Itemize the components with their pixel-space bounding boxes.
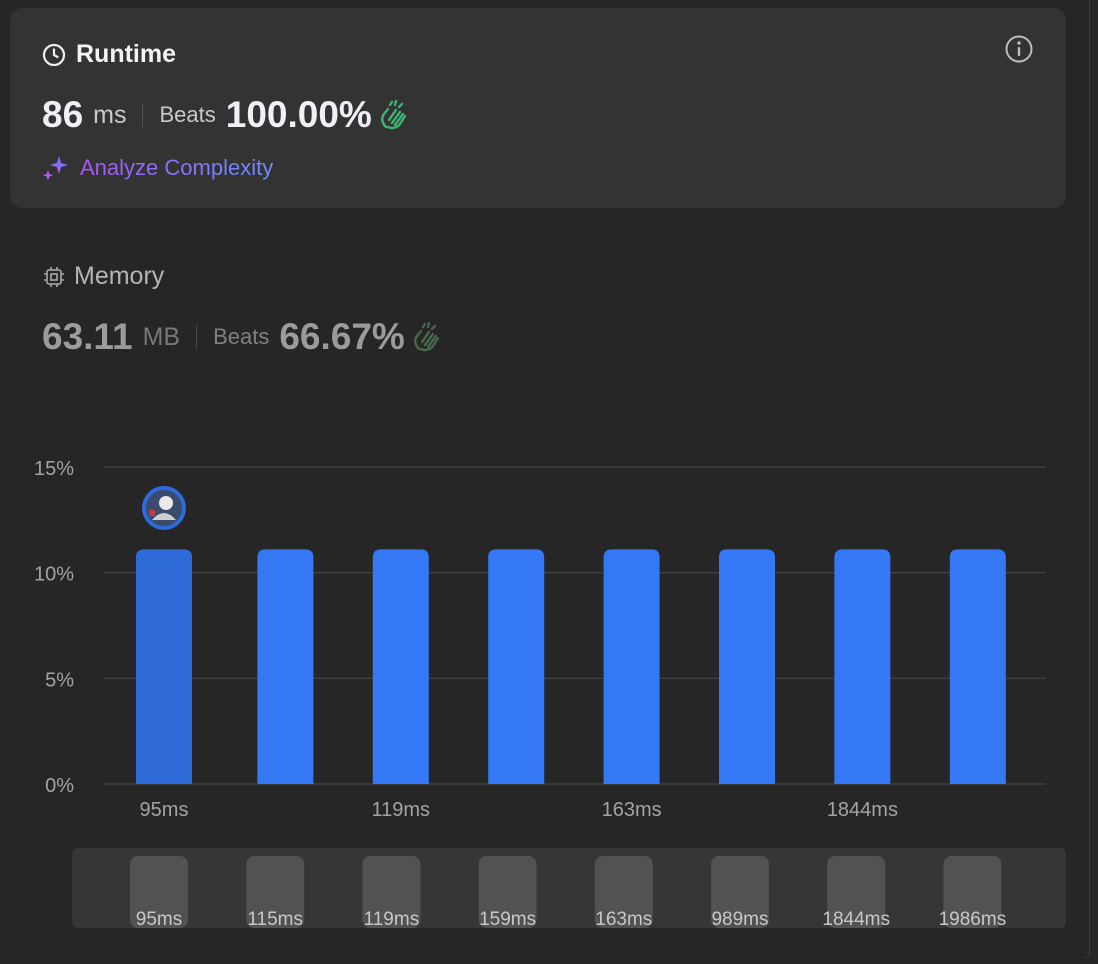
info-icon[interactable] <box>1004 34 1034 64</box>
analyze-complexity-label: Analyze Complexity <box>80 155 274 180</box>
chart-bar[interactable] <box>372 549 429 784</box>
runtime-distribution-chart[interactable]: 0% 5% 10% 15% 95ms 119ms 163ms 1844ms <box>0 440 1098 840</box>
analyze-complexity-link[interactable]: Analyze Complexity <box>42 154 273 182</box>
memory-section[interactable]: Memory 63.11 MB Beats 66.67% <box>42 262 440 357</box>
x-tick-label: 1844ms <box>827 799 898 821</box>
y-tick-label: 0% <box>45 775 74 797</box>
scrubber-label: 163ms <box>595 909 652 928</box>
memory-value: 63.11 <box>42 316 133 357</box>
clapping-hands-icon <box>380 99 407 130</box>
chart-bar[interactable] <box>488 549 545 784</box>
memory-beats-label: Beats <box>213 324 270 349</box>
avatar-figure-head <box>159 496 173 510</box>
y-tick-label: 5% <box>45 669 74 691</box>
clock-icon <box>42 43 66 66</box>
runtime-card[interactable]: Runtime 86 ms Beats 100.00% Analyze Comp… <box>10 8 1066 208</box>
memory-title: Memory <box>74 262 165 290</box>
chart-bar[interactable] <box>949 549 1006 784</box>
scrubber-label: 159ms <box>479 909 536 928</box>
avatar-accent <box>149 510 155 516</box>
x-tick-label: 95ms <box>140 799 189 821</box>
y-tick-label: 15% <box>34 458 74 480</box>
scrubber-label: 1844ms <box>822 909 890 928</box>
runtime-stats: 86 ms Beats 100.00% <box>42 94 410 136</box>
scrubber-track[interactable]: 95ms 115ms 119ms 159ms 163ms 989ms 1844ms 1986m… <box>72 848 1066 930</box>
stat-divider <box>196 325 198 349</box>
sparkle-icon <box>43 156 68 181</box>
memory-header: Memory <box>42 262 164 291</box>
runtime-value: 86 <box>42 94 84 135</box>
runtime-beats-value: 100.00% <box>225 94 372 135</box>
runtime-unit: ms <box>93 100 127 129</box>
runtime-title: Runtime <box>76 40 176 68</box>
memory-stats: 63.11 MB Beats 66.67% <box>42 316 443 358</box>
clapping-hands-icon <box>413 321 440 352</box>
scrubber-label: 119ms <box>364 909 420 928</box>
chart-bar[interactable] <box>257 549 314 784</box>
x-tick-label: 163ms <box>602 799 662 821</box>
memory-unit: MB <box>142 322 181 351</box>
scrubber-label: 95ms <box>136 909 182 928</box>
range-scrubber[interactable]: 95ms 115ms 119ms 159ms 163ms 989ms 1844ms 1986m… <box>72 848 1066 930</box>
stat-divider <box>142 103 144 127</box>
scrubber-label: 115ms <box>247 909 303 928</box>
chart-bar[interactable] <box>603 549 660 784</box>
cpu-chip-icon <box>44 266 64 287</box>
runtime-header: Runtime <box>42 40 176 69</box>
scrubber-label: 989ms <box>711 909 768 928</box>
y-tick-label: 10% <box>34 564 74 586</box>
chart-bar[interactable] <box>719 549 775 784</box>
memory-beats-value: 66.67% <box>279 316 405 357</box>
chart-bar[interactable] <box>834 549 891 784</box>
chart-bar[interactable] <box>136 549 192 784</box>
x-tick-label: 119ms <box>372 799 431 821</box>
runtime-beats-label: Beats <box>159 102 216 127</box>
scrubber-label: 1986ms <box>939 909 1007 928</box>
